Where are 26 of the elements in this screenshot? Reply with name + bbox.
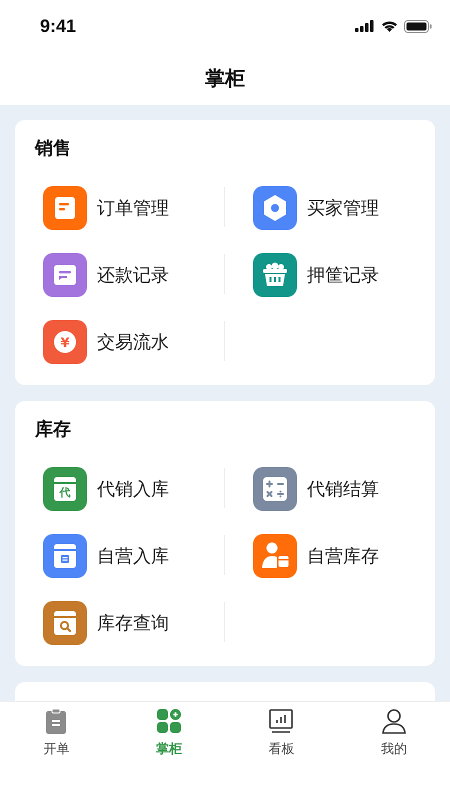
menu-item[interactable]: ¥ 交易流水 (43, 320, 169, 364)
box-icon: 代 (43, 466, 87, 510)
tab[interactable]: 掌柜 (112, 708, 225, 758)
status-time: 9:41 (40, 16, 76, 36)
page-title: 掌柜 (205, 65, 245, 92)
wifi-icon (381, 20, 398, 32)
tab[interactable]: 开单 (0, 708, 112, 758)
menu-item[interactable]: 买家管理 (253, 186, 379, 230)
menu-item[interactable]: 自营库存 (253, 534, 379, 578)
yen-coin-icon: ¥ (43, 320, 87, 364)
section-title: 库存 (34, 418, 72, 442)
menu-item[interactable]: 订单管理 (43, 186, 169, 230)
menu-item[interactable]: 自营入库 (43, 534, 169, 578)
menu-item[interactable]: 还款记录 (43, 252, 169, 296)
menu-item[interactable]: 库存查询 (43, 600, 169, 644)
menu-item[interactable]: 代销结算 (253, 466, 379, 510)
signal-icon (355, 20, 375, 32)
menu-item[interactable]: 代 代销入库 (43, 466, 169, 510)
menu-item[interactable]: 押筐记录 (253, 252, 379, 296)
section-title: 销售 (34, 137, 72, 161)
chart-icon (268, 708, 294, 734)
grid-icon (156, 708, 182, 734)
person-icon (380, 708, 407, 734)
tab[interactable]: 看板 (225, 708, 338, 758)
tab[interactable]: 我的 (338, 708, 450, 758)
battery-icon (404, 20, 432, 32)
